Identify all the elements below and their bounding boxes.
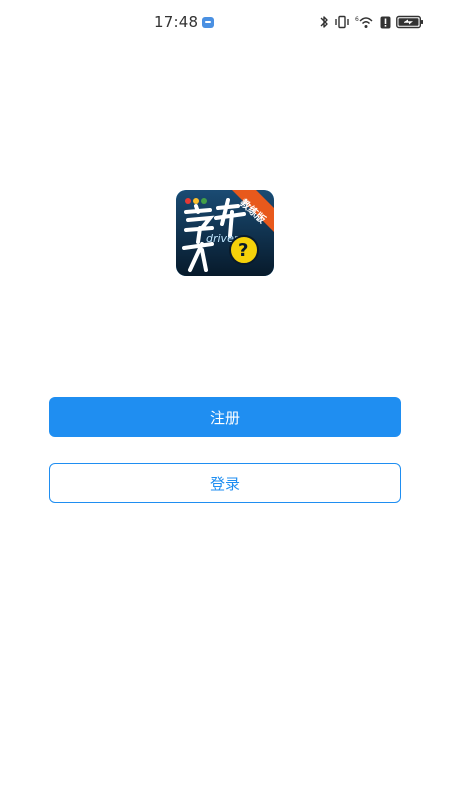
- login-button[interactable]: 登录: [49, 463, 401, 503]
- status-bar: 17:48 6: [0, 0, 450, 44]
- wifi-icon: 6: [355, 16, 373, 28]
- svg-text:?: ?: [238, 240, 248, 261]
- chat-notification-icon: [202, 16, 215, 28]
- app-logo: driver ? 教练版: [176, 190, 274, 276]
- status-time: 17:48: [154, 13, 199, 31]
- battery-charging-icon: [396, 15, 423, 29]
- status-icons: 6: [319, 13, 424, 31]
- vibrate-icon: [335, 15, 349, 29]
- register-button[interactable]: 注册: [49, 397, 401, 437]
- register-button-label: 注册: [209, 408, 240, 427]
- bluetooth-icon: [320, 16, 328, 28]
- status-time-group: 17:48: [154, 12, 215, 32]
- svg-text:6: 6: [355, 16, 359, 23]
- login-button-label: 登录: [209, 474, 240, 493]
- alert-icon: [380, 16, 391, 28]
